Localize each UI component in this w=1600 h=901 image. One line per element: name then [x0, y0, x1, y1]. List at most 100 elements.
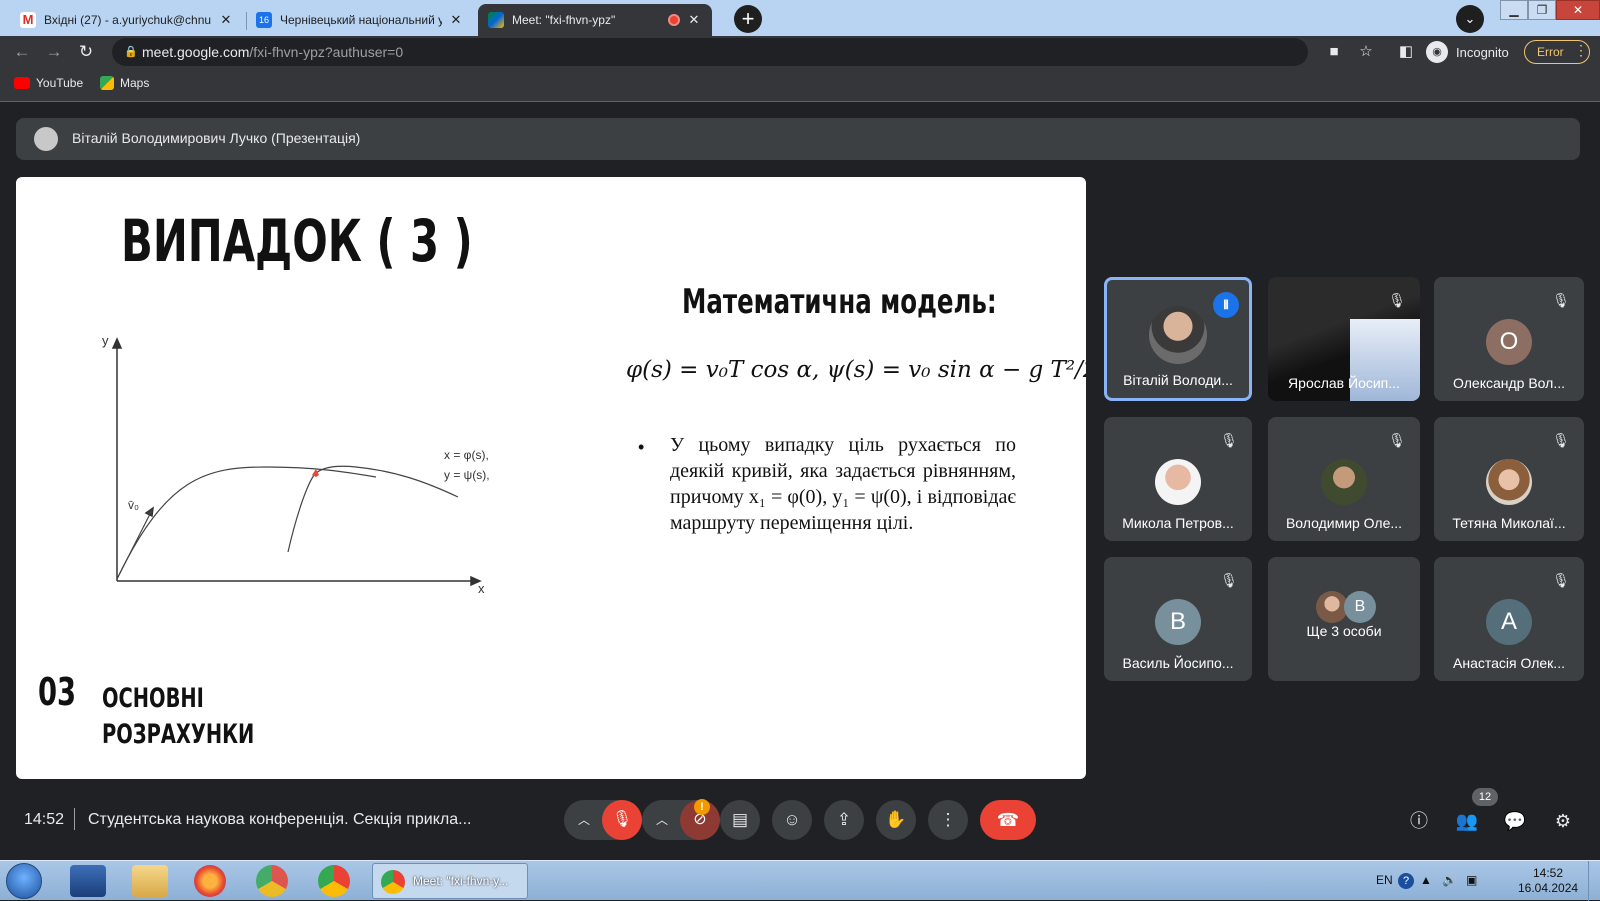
- start-button[interactable]: [6, 863, 42, 899]
- divider: [74, 808, 75, 830]
- bookmark-star-icon[interactable]: ☆: [1356, 42, 1376, 62]
- emoji-button[interactable]: ☺: [772, 800, 812, 840]
- people-count-badge: 12: [1472, 788, 1498, 806]
- tab-strip: M Вхідні (27) - a.yuriychuk@chnu.ec ✕ 16…: [0, 0, 1600, 36]
- avatar: А: [1486, 599, 1532, 645]
- presenter-label: Віталій Володимирович Лучко (Презентація…: [72, 130, 361, 146]
- new-tab-button[interactable]: +: [734, 5, 762, 33]
- participant-tile[interactable]: 🎙 Володимир Оле...: [1268, 417, 1420, 541]
- chevron-up-icon[interactable]: ︿: [652, 800, 672, 840]
- camera-in-use-icon[interactable]: ■: [1324, 42, 1344, 62]
- language-indicator[interactable]: EN: [1376, 873, 1393, 887]
- mic-off-icon: 🎙: [1388, 432, 1406, 448]
- participant-name: Олександр Вол...: [1453, 375, 1565, 391]
- participant-tile[interactable]: ⦀ Віталій Володи...: [1104, 277, 1252, 401]
- incognito-indicator[interactable]: ◉ Incognito: [1426, 40, 1509, 64]
- close-icon[interactable]: ✕: [218, 12, 234, 28]
- back-button[interactable]: ←: [10, 40, 34, 64]
- participant-tile[interactable]: 🎙 Тетяна Миколаї...: [1434, 417, 1584, 541]
- close-icon[interactable]: ✕: [686, 12, 702, 28]
- network-icon[interactable]: ▣: [1466, 873, 1477, 887]
- warning-icon: !: [694, 799, 710, 815]
- chrome-icon[interactable]: [256, 865, 288, 897]
- clock-time: 14:52: [1532, 866, 1564, 880]
- side-panel-icon[interactable]: ◧: [1396, 42, 1416, 62]
- calendar-icon: 16: [256, 12, 272, 28]
- section-title: ОСНОВНІ РОЗРАХУНКИ: [102, 681, 254, 753]
- presenter-avatar: [34, 127, 58, 151]
- explorer-icon[interactable]: [132, 865, 168, 897]
- show-desktop-button[interactable]: [1588, 861, 1600, 901]
- address-bar[interactable]: 🔒 meet.google.com/fxi-fhvn-ypz?authuser=…: [112, 38, 1308, 66]
- participant-tile[interactable]: В Ще 3 особи: [1268, 557, 1420, 681]
- bookmark-maps[interactable]: Maps: [100, 76, 149, 90]
- firefox-icon[interactable]: [194, 865, 226, 897]
- browser-menu-icon[interactable]: ⋮: [1574, 42, 1588, 59]
- tab-university[interactable]: 16 Чернівецький національний ун ✕: [246, 4, 474, 36]
- target-curve: [287, 465, 459, 553]
- participant-name: Василь Йосипо...: [1122, 655, 1234, 671]
- presentation-slide: y x v̄₀ x = φ(s), y = ψ(s), ВИПАДОК ( 3 …: [16, 177, 1086, 779]
- chrome-icon: [381, 870, 405, 894]
- avatar: [1149, 306, 1207, 364]
- system-clock[interactable]: 14:52 16.04.2024: [1518, 866, 1578, 896]
- meeting-info-icon[interactable]: ⓘ: [1406, 808, 1432, 834]
- chevron-up-icon[interactable]: ︿: [574, 800, 594, 840]
- tray-arrow-icon[interactable]: ▲: [1420, 873, 1432, 887]
- activities-icon[interactable]: ⚙: [1550, 808, 1576, 834]
- participant-tile[interactable]: 🎙 В Василь Йосипо...: [1104, 557, 1252, 681]
- file-manager-icon[interactable]: [70, 865, 106, 897]
- restore-button[interactable]: ❐: [1528, 0, 1556, 20]
- more-options-button[interactable]: ⋮: [928, 800, 968, 840]
- incognito-label: Incognito: [1456, 44, 1509, 60]
- mic-off-icon[interactable]: 🎙: [602, 800, 642, 840]
- meeting-title: Студентська наукова конференція. Секція …: [88, 811, 472, 828]
- present-button[interactable]: ⇪: [824, 800, 864, 840]
- incognito-icon: ◉: [1426, 41, 1448, 63]
- tab-search-button[interactable]: ⌄: [1456, 5, 1484, 33]
- close-icon[interactable]: ✕: [448, 12, 464, 28]
- velocity-arrowhead: [144, 506, 154, 518]
- raise-hand-button[interactable]: ✋: [876, 800, 916, 840]
- taskbar-window-title: Meet: "fxi-fhvn-y...: [413, 874, 509, 888]
- leave-call-button[interactable]: ☎: [980, 800, 1036, 840]
- participant-tile[interactable]: 🎙 О Олександр Вол...: [1434, 277, 1584, 401]
- section-title-line: РОЗРАХУНКИ: [102, 719, 255, 750]
- meeting-time: 14:52: [24, 811, 65, 828]
- bookmark-youtube[interactable]: YouTube: [14, 76, 83, 90]
- reload-button[interactable]: ↻: [74, 40, 98, 64]
- section-number: 03: [38, 670, 77, 714]
- speaking-indicator-icon: ⦀: [1213, 292, 1239, 318]
- chrome-icon[interactable]: [318, 865, 350, 897]
- participant-name: Ярослав Йосип...: [1288, 375, 1400, 391]
- avatar: [1486, 459, 1532, 505]
- tab-gmail[interactable]: M Вхідні (27) - a.yuriychuk@chnu.ec ✕: [10, 4, 244, 36]
- lock-icon: 🔒: [124, 46, 138, 58]
- chat-icon[interactable]: 💬: [1502, 808, 1528, 834]
- participant-name: Анастасія Олек...: [1453, 655, 1565, 671]
- avatar: В: [1155, 599, 1201, 645]
- browser-toolbar: ← → ↻ 🔒 meet.google.com/fxi-fhvn-ypz?aut…: [0, 36, 1600, 68]
- tab-title: Чернівецький національний ун: [280, 13, 442, 27]
- microphone-control[interactable]: ︿ 🎙: [564, 800, 642, 840]
- bullet-icon: •: [638, 437, 645, 457]
- equation-y-label: y = ψ(s),: [444, 468, 490, 482]
- taskbar-meet-window[interactable]: Meet: "fxi-fhvn-y...: [372, 863, 528, 899]
- minimize-button[interactable]: ▁: [1500, 0, 1528, 20]
- section-title-line: ОСНОВНІ: [102, 683, 204, 714]
- slide-title: ВИПАДОК ( 3 ): [121, 207, 473, 275]
- window-close-button[interactable]: ✕: [1556, 0, 1600, 20]
- avatar: [1155, 459, 1201, 505]
- participant-tile[interactable]: 🎙 А Анастасія Олек...: [1434, 557, 1584, 681]
- forward-button[interactable]: →: [42, 40, 66, 64]
- tab-meet[interactable]: Meet: "fxi-fhvn-ypz" ✕: [478, 4, 712, 36]
- y-axis-arrow: [111, 337, 123, 349]
- help-icon[interactable]: ?: [1398, 873, 1414, 889]
- volume-icon[interactable]: 🔊: [1442, 873, 1457, 887]
- captions-button[interactable]: ▤: [720, 800, 760, 840]
- people-icon[interactable]: 👥: [1454, 808, 1480, 834]
- avatar: О: [1486, 319, 1532, 365]
- participant-tile[interactable]: 🎙 Ярослав Йосип...: [1268, 277, 1420, 401]
- formula: φ(s) = v₀T cos α, ψ(s) = v₀ sin α − g T²…: [626, 357, 1086, 383]
- participant-tile[interactable]: 🎙 Микола Петров...: [1104, 417, 1252, 541]
